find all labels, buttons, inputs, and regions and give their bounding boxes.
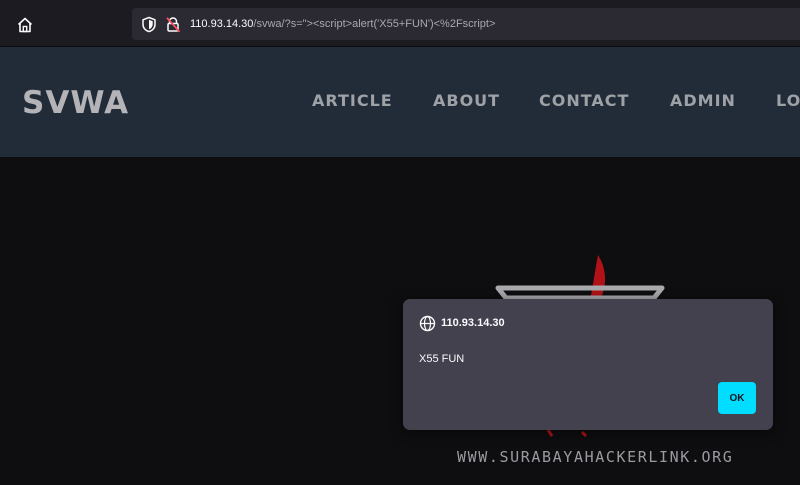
globe-icon bbox=[419, 315, 436, 332]
site-footer-url[interactable]: WWW.SURABAYAHACKERLINK.ORG bbox=[457, 448, 733, 466]
ok-button[interactable]: OK bbox=[718, 382, 756, 414]
browser-toolbar: 110.93.14.30/svwa/?s="><script>alert('X5… bbox=[0, 0, 800, 47]
home-icon bbox=[17, 17, 33, 33]
address-bar[interactable]: 110.93.14.30/svwa/?s="><script>alert('X5… bbox=[132, 8, 800, 40]
url-path: /svwa/?s="><script>alert('X55+FUN')<%2Fs… bbox=[253, 18, 496, 30]
site-brand[interactable]: SVWA bbox=[22, 85, 129, 121]
url-host: 110.93.14.30 bbox=[190, 18, 254, 30]
dialog-message: X55 FUN bbox=[419, 353, 465, 365]
dialog-origin: 110.93.14.30 bbox=[441, 317, 505, 329]
nav-about[interactable]: ABOUT bbox=[433, 91, 500, 110]
nav-article[interactable]: ARTICLE bbox=[312, 91, 393, 110]
home-button[interactable] bbox=[12, 12, 38, 38]
tracking-protection-icon[interactable] bbox=[138, 13, 160, 35]
nav-login[interactable]: LO bbox=[776, 91, 800, 110]
url-text: 110.93.14.30/svwa/?s="><script>alert('X5… bbox=[190, 18, 495, 30]
nav-contact[interactable]: CONTACT bbox=[539, 91, 629, 110]
logo-frame bbox=[495, 285, 665, 301]
site-header: SVWA ARTICLE ABOUT CONTACT ADMIN LO bbox=[0, 47, 800, 157]
nav-admin[interactable]: ADMIN bbox=[670, 91, 736, 110]
alert-dialog: 110.93.14.30 X55 FUN OK bbox=[403, 299, 773, 430]
insecure-lock-icon[interactable] bbox=[162, 13, 184, 35]
